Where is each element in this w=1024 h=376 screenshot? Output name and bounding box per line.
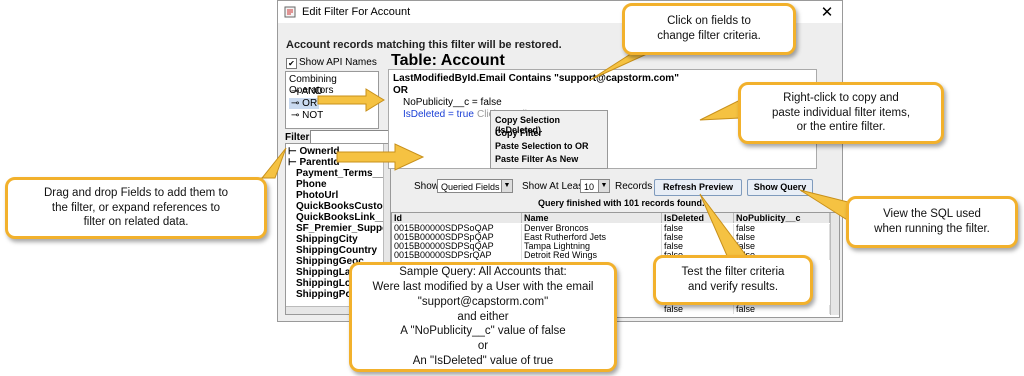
pointer-right-click bbox=[699, 99, 741, 121]
callout-drag-drop-text: Drag and drop Fields to add them to the … bbox=[43, 186, 229, 229]
callout-test-filter-text: Test the filter criteria and verify resu… bbox=[681, 266, 785, 293]
callout-drag-drop: Drag and drop Fields to add them to the … bbox=[5, 177, 267, 239]
callout-sample-query: Sample Query: All Accounts that: Were la… bbox=[349, 262, 617, 372]
callout-click-fields: Click on fields to change filter criteri… bbox=[622, 3, 796, 55]
pointer-test-filter bbox=[699, 193, 749, 259]
arrow-to-filter-editor bbox=[336, 143, 425, 171]
callout-view-sql: View the SQL used when running the filte… bbox=[846, 196, 1018, 248]
arrow-to-or-operator bbox=[317, 88, 385, 112]
callout-view-sql-text: View the SQL used when running the filte… bbox=[874, 208, 990, 235]
callout-sample-query-text: Sample Query: All Accounts that: Were la… bbox=[372, 265, 594, 368]
callout-test-filter: Test the filter criteria and verify resu… bbox=[653, 255, 813, 305]
callout-click-fields-text: Click on fields to change filter criteri… bbox=[657, 15, 761, 42]
callout-right-click-text: Right-click to copy and paste individual… bbox=[771, 91, 911, 134]
callout-right-click: Right-click to copy and paste individual… bbox=[738, 82, 944, 144]
pointer-view-sql bbox=[799, 189, 853, 224]
pointer-drag-fields bbox=[250, 147, 287, 179]
